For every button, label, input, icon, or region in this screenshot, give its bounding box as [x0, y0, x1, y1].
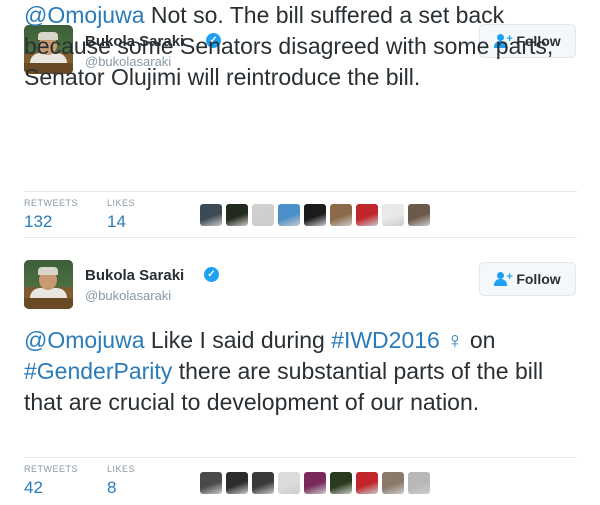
tweet-2: Bukola Saraki ✓ @bukolasaraki + Follow @…: [0, 250, 600, 505]
author-name[interactable]: Bukola Saraki: [85, 267, 184, 284]
author-avatar[interactable]: [24, 260, 73, 309]
mention-link[interactable]: @Omojuwa: [24, 2, 145, 28]
liker-avatar[interactable]: [330, 204, 352, 226]
mention-link[interactable]: @Omojuwa: [24, 327, 145, 353]
divider: [24, 191, 577, 192]
retweets-stat[interactable]: RETWEETS 132: [24, 198, 78, 232]
divider: [24, 237, 577, 238]
liker-avatar[interactable]: [382, 472, 404, 494]
likes-count: 8: [107, 478, 117, 497]
tweet-text: @Omojuwa Not so. The bill suffered a set…: [24, 0, 580, 93]
likes-label: LIKES: [107, 464, 136, 474]
likes-label: LIKES: [107, 198, 136, 208]
follow-button[interactable]: + Follow: [479, 262, 576, 296]
follow-label: Follow: [516, 271, 561, 287]
liker-avatar[interactable]: [330, 472, 352, 494]
likes-count: 14: [107, 212, 126, 231]
liker-avatar[interactable]: [252, 472, 274, 494]
liker-avatar[interactable]: [304, 204, 326, 226]
verified-icon: ✓: [204, 267, 219, 282]
liker-avatars: [200, 472, 430, 494]
author-handle[interactable]: @bukolasaraki: [85, 288, 171, 303]
tweet-text: @Omojuwa Like I said during #IWD2016 ♀ o…: [24, 325, 580, 418]
liker-avatar[interactable]: [356, 204, 378, 226]
liker-avatar[interactable]: [278, 472, 300, 494]
liker-avatar[interactable]: [252, 204, 274, 226]
retweets-label: RETWEETS: [24, 198, 79, 208]
liker-avatar[interactable]: [200, 472, 222, 494]
liker-avatar[interactable]: [278, 204, 300, 226]
liker-avatars: [200, 204, 430, 226]
liker-avatar[interactable]: [304, 472, 326, 494]
retweets-count: 132: [24, 212, 53, 231]
liker-avatar[interactable]: [226, 472, 248, 494]
liker-avatar[interactable]: [382, 204, 404, 226]
female-sign-emoji: ♀: [439, 327, 470, 353]
hashtag-link[interactable]: #GenderParity: [24, 358, 172, 384]
retweets-stat[interactable]: RETWEETS 42: [24, 464, 78, 498]
divider: [24, 457, 577, 458]
retweets-count: 42: [24, 478, 43, 497]
liker-avatar[interactable]: [356, 472, 378, 494]
liker-avatar[interactable]: [200, 204, 222, 226]
liker-avatar[interactable]: [226, 204, 248, 226]
retweets-label: RETWEETS: [24, 464, 79, 474]
add-user-icon: +: [494, 272, 513, 286]
liker-avatar[interactable]: [408, 472, 430, 494]
likes-stat[interactable]: LIKES 14: [107, 198, 135, 232]
liker-avatar[interactable]: [408, 204, 430, 226]
tweet-text-body: on: [469, 327, 496, 353]
likes-stat[interactable]: LIKES 8: [107, 464, 135, 498]
tweet-text-body: Like I said during: [144, 327, 332, 353]
hashtag-link[interactable]: #IWD2016: [331, 327, 440, 353]
